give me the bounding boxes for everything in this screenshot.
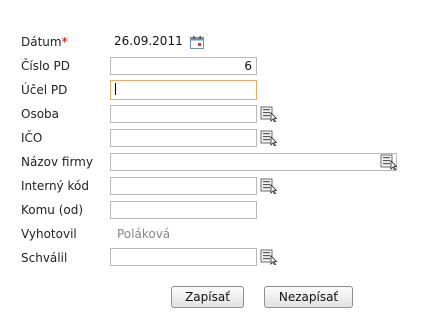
cancel-button[interactable]: Nezapísať xyxy=(264,286,353,308)
ico-lookup-icon[interactable] xyxy=(260,130,278,146)
interny-kod-lookup-icon[interactable] xyxy=(260,178,278,194)
document-form: Dátum* 26.09.2011 Číslo PD 6 Účel PD Oso… xyxy=(0,0,421,328)
komu-label: Komu (od) xyxy=(21,203,84,217)
nazov-firmy-lookup-icon[interactable] xyxy=(380,154,398,170)
nazov-firmy-label: Názov firmy xyxy=(21,155,93,169)
nazov-firmy-field[interactable] xyxy=(110,153,397,171)
vyhotovil-label: Vyhotovil xyxy=(21,227,77,241)
osoba-label: Osoba xyxy=(21,107,60,121)
schvalil-label: Schválil xyxy=(21,251,68,265)
cislo-pd-field[interactable]: 6 xyxy=(110,57,257,75)
datum-label-text: Dátum xyxy=(21,35,62,49)
vyhotovil-value: Poláková xyxy=(117,227,171,241)
datum-label: Dátum* xyxy=(21,33,68,51)
schvalil-lookup-icon[interactable] xyxy=(260,249,278,265)
datum-field[interactable]: 26.09.2011 xyxy=(110,33,183,51)
ucel-pd-field[interactable] xyxy=(110,80,257,100)
text-caret xyxy=(115,83,116,95)
required-mark: * xyxy=(61,35,68,49)
schvalil-field[interactable] xyxy=(110,248,257,266)
ico-label: IČO xyxy=(21,131,43,145)
interny-kod-field[interactable] xyxy=(110,177,257,195)
calendar-icon[interactable] xyxy=(190,36,204,49)
osoba-field[interactable] xyxy=(110,105,257,123)
ico-field[interactable] xyxy=(110,129,257,147)
cislo-pd-label: Číslo PD xyxy=(21,59,70,73)
save-button[interactable]: Zapísať xyxy=(171,286,244,308)
interny-kod-label: Interný kód xyxy=(21,179,89,193)
ucel-pd-label: Účel PD xyxy=(21,83,68,97)
komu-field[interactable] xyxy=(110,201,257,219)
osoba-lookup-icon[interactable] xyxy=(260,106,278,122)
